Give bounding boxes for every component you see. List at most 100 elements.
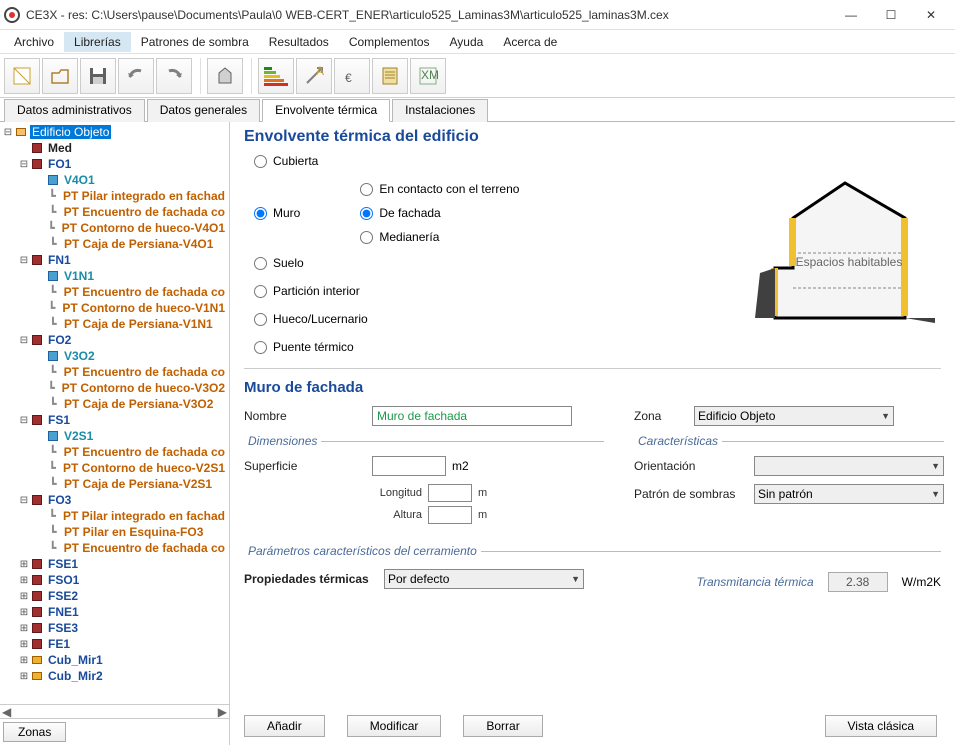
toolbar: A € XML <box>0 54 955 98</box>
main-tabs: Datos administrativosDatos generalesEnvo… <box>0 98 955 122</box>
radio-sub-1[interactable]: De fachada <box>360 206 519 220</box>
tree-item[interactable]: ┗PT Encuentro de fachada co <box>2 364 227 380</box>
vista-clasica-button[interactable]: Vista clásica <box>825 715 937 737</box>
tree-item[interactable]: ⊞FNE1 <box>2 604 227 620</box>
superficie-input[interactable] <box>372 456 446 476</box>
tree-item[interactable]: ⊟FO3 <box>2 492 227 508</box>
close-button[interactable]: ✕ <box>911 1 951 29</box>
tab-0[interactable]: Datos administrativos <box>4 99 145 122</box>
tree-item[interactable]: V4O1 <box>2 172 227 188</box>
open-button[interactable] <box>42 58 78 94</box>
section-title: Envolvente térmica del edificio <box>244 128 941 146</box>
tree-item[interactable]: ┗PT Caja de Persiana-V4O1 <box>2 236 227 252</box>
improve-tool[interactable]: A <box>296 58 332 94</box>
tree-item[interactable]: ┗PT Contorno de hueco-V3O2 <box>2 380 227 396</box>
menu-acerca de[interactable]: Acerca de <box>493 32 567 52</box>
save-button[interactable] <box>80 58 116 94</box>
tree-item[interactable]: ⊞FSE2 <box>2 588 227 604</box>
svg-text:Espacios habitables: Espacios habitables <box>796 255 903 269</box>
report-tool[interactable] <box>372 58 408 94</box>
tree-item[interactable]: ┗PT Pilar integrado en fachad <box>2 508 227 524</box>
tab-1[interactable]: Datos generales <box>147 99 260 122</box>
new-button[interactable] <box>4 58 40 94</box>
tree-item[interactable]: ┗PT Caja de Persiana-V3O2 <box>2 396 227 412</box>
patron-label: Patrón de sombras <box>634 487 754 501</box>
tree-item[interactable]: ┗PT Contorno de hueco-V4O1 <box>2 220 227 236</box>
menu-archivo[interactable]: Archivo <box>4 32 64 52</box>
menu-librerías[interactable]: Librerías <box>64 32 131 52</box>
maximize-button[interactable]: ☐ <box>871 1 911 29</box>
anadir-button[interactable]: Añadir <box>244 715 325 737</box>
svg-text:A: A <box>316 65 324 78</box>
tree-item[interactable]: ⊞Cub_Mir1 <box>2 652 227 668</box>
tree-item[interactable]: Med <box>2 140 227 156</box>
tree-item[interactable]: ⊞FE1 <box>2 636 227 652</box>
caracteristicas-legend: Características <box>634 434 722 448</box>
tree-item[interactable]: ┗PT Contorno de hueco-V1N1 <box>2 300 227 316</box>
tree-item[interactable]: ┗PT Encuentro de fachada co <box>2 444 227 460</box>
tree-item[interactable]: ⊟Edificio Objeto <box>2 124 227 140</box>
minimize-button[interactable]: — <box>831 1 871 29</box>
borrar-button[interactable]: Borrar <box>463 715 542 737</box>
transmitancia-value <box>828 572 888 592</box>
tree-item[interactable]: ⊟FO2 <box>2 332 227 348</box>
horizontal-scrollbar[interactable]: ◀▶ <box>0 704 229 718</box>
zonas-button[interactable]: Zonas <box>3 722 66 742</box>
tree-item[interactable]: V2S1 <box>2 428 227 444</box>
menu-ayuda[interactable]: Ayuda <box>440 32 494 52</box>
orientacion-select[interactable]: ▼ <box>754 456 944 476</box>
undo-button[interactable] <box>118 58 154 94</box>
redo-button[interactable] <box>156 58 192 94</box>
tree-item[interactable]: ⊞FSE1 <box>2 556 227 572</box>
tree-item[interactable]: ⊟FS1 <box>2 412 227 428</box>
tree-item[interactable]: ⊞Cub_Mir2 <box>2 668 227 684</box>
building-tree[interactable]: ⊟Edificio ObjetoMed⊟FO1V4O1┗PT Pilar int… <box>0 122 229 704</box>
radio-0[interactable]: Cubierta <box>254 154 941 168</box>
tree-item[interactable]: ┗PT Caja de Persiana-V1N1 <box>2 316 227 332</box>
nombre-input[interactable] <box>372 406 572 426</box>
rating-tool[interactable] <box>258 58 294 94</box>
tree-item[interactable]: ┗PT Caja de Persiana-V2S1 <box>2 476 227 492</box>
menu-resultados[interactable]: Resultados <box>259 32 339 52</box>
app-icon <box>4 7 20 23</box>
tree-item[interactable]: ⊞FSE3 <box>2 620 227 636</box>
tree-item[interactable]: ┗PT Encuentro de fachada co <box>2 284 227 300</box>
tab-2[interactable]: Envolvente térmica <box>262 99 390 122</box>
radio-5[interactable]: Puente térmico <box>254 340 941 354</box>
transmitancia-label: Transmitancia térmica <box>697 575 814 589</box>
tree-item[interactable]: ┗PT Contorno de hueco-V2S1 <box>2 460 227 476</box>
radio-sub-0[interactable]: En contacto con el terreno <box>360 182 519 196</box>
tree-item[interactable]: ⊟FN1 <box>2 252 227 268</box>
menu-patrones de sombra[interactable]: Patrones de sombra <box>131 32 259 52</box>
longitud-unit: m <box>478 487 487 499</box>
parametros-legend: Parámetros característicos del cerramien… <box>244 544 481 558</box>
longitud-input[interactable] <box>428 484 472 502</box>
tab-3[interactable]: Instalaciones <box>392 99 488 122</box>
tree-item[interactable]: ┗PT Encuentro de fachada co <box>2 540 227 556</box>
tree-item[interactable]: ⊟FO1 <box>2 156 227 172</box>
superficie-label: Superficie <box>244 459 372 473</box>
tree-item[interactable]: ┗PT Pilar integrado en fachad <box>2 188 227 204</box>
menu-complementos[interactable]: Complementos <box>339 32 440 52</box>
altura-unit: m <box>478 509 487 521</box>
zona-label: Zona <box>634 409 694 423</box>
building-tool[interactable] <box>207 58 243 94</box>
radio-sub-2[interactable]: Medianería <box>360 230 519 244</box>
cost-tool[interactable]: € <box>334 58 370 94</box>
radio-muro[interactable]: Muro <box>254 206 300 220</box>
altura-input[interactable] <box>428 506 472 524</box>
tree-item[interactable]: ┗PT Encuentro de fachada co <box>2 204 227 220</box>
tree-item[interactable]: ⊞FSO1 <box>2 572 227 588</box>
tree-item[interactable]: V1N1 <box>2 268 227 284</box>
tree-item[interactable]: V3O2 <box>2 348 227 364</box>
xml-tool[interactable]: XML <box>410 58 446 94</box>
patron-select[interactable]: Sin patrón▼ <box>754 484 944 504</box>
subsection-title: Muro de fachada <box>244 379 941 396</box>
zona-select[interactable]: Edificio Objeto▼ <box>694 406 894 426</box>
propiedades-select[interactable]: Por defecto▼ <box>384 569 584 589</box>
tree-item[interactable]: ┗PT Pilar en Esquina-FO3 <box>2 524 227 540</box>
title-bar: CE3X - res: C:\Users\pause\Documents\Pau… <box>0 0 955 30</box>
building-diagram: Espacios habitables <box>755 168 935 328</box>
altura-label: Altura <box>372 509 422 521</box>
modificar-button[interactable]: Modificar <box>347 715 442 737</box>
